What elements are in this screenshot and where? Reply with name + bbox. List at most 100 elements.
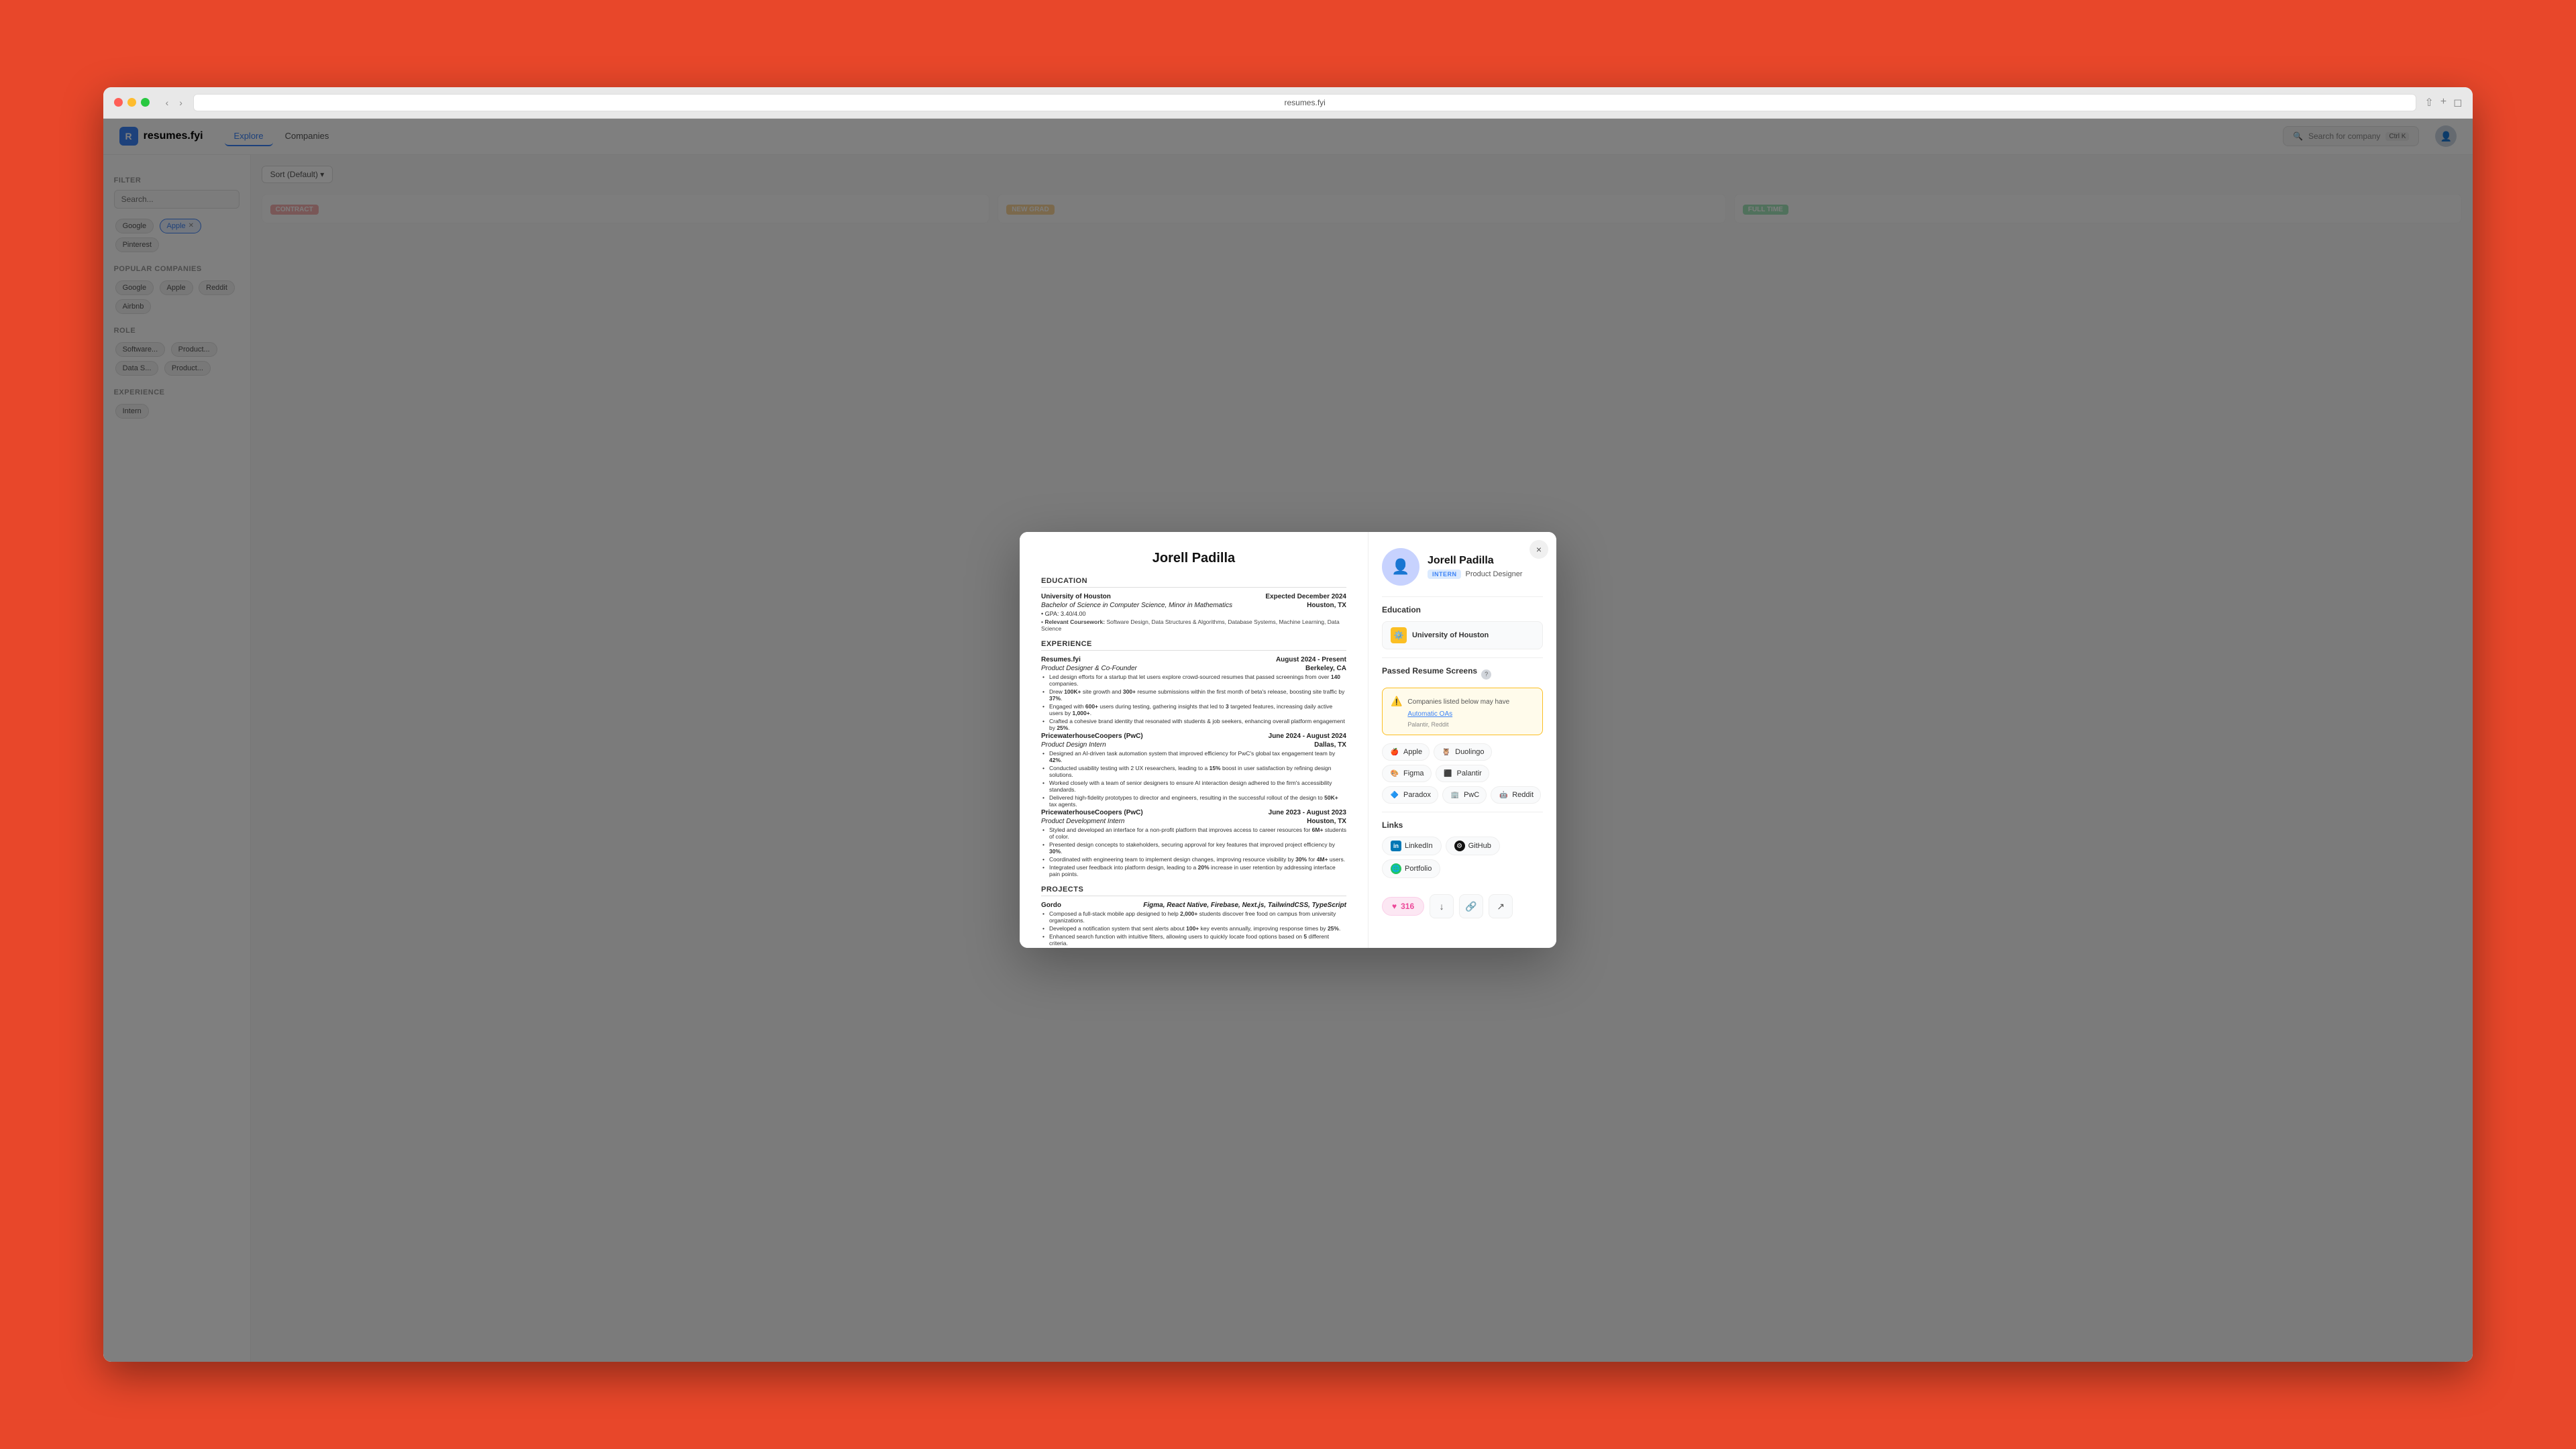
- company-paradox[interactable]: 🔷 Paradox: [1382, 786, 1438, 804]
- job1-bullet1: Led design efforts for a startup that le…: [1049, 674, 1346, 687]
- warning-companies: Palantir, Reddit: [1407, 721, 1534, 728]
- company-chips: 🍎 Apple 🦉 Duolingo 🎨 Figma ⬛: [1382, 743, 1543, 804]
- github-label: GitHub: [1468, 842, 1491, 850]
- profile-avatar: 👤: [1382, 548, 1419, 586]
- add-tab-icon[interactable]: +: [2440, 96, 2447, 109]
- project1-bullet3: Enhanced search function with intuitive …: [1049, 933, 1346, 947]
- back-button[interactable]: ‹: [163, 96, 172, 109]
- portfolio-label: Portfolio: [1405, 865, 1432, 873]
- browser-window: ‹ › resumes.fyi ⇧ + ◻ R resumes.fyi Expl…: [103, 87, 2473, 1362]
- university-icon: ⚙️: [1391, 627, 1407, 643]
- company-duolingo[interactable]: 🦉 Duolingo: [1434, 743, 1491, 761]
- company-pwc[interactable]: 🏢 PwC: [1442, 786, 1487, 804]
- duolingo-icon: 🦉: [1441, 747, 1452, 757]
- download-icon: ↓: [1440, 901, 1444, 912]
- palantir-icon: ⬛: [1443, 768, 1454, 779]
- job1-bullet4: Crafted a cohesive brand identity that r…: [1049, 718, 1346, 731]
- modal-overlay[interactable]: × Jorell Padilla Education University of…: [103, 119, 2473, 1362]
- reddit-label: Reddit: [1512, 791, 1534, 799]
- resume-job2-sub: Product Design Intern Dallas, TX: [1041, 741, 1346, 749]
- resume-projects-heading: Projects: [1041, 885, 1346, 896]
- resume-panel: Jorell Padilla Education University of H…: [1020, 532, 1368, 948]
- link-chips: in LinkedIn ⚙ GitHub 🌐 Portfolio: [1382, 837, 1543, 878]
- university-name: University of Houston: [1041, 593, 1111, 600]
- job2-bullet3: Worked closely with a team of senior des…: [1049, 780, 1346, 793]
- grad-date: Expected December 2024: [1265, 593, 1346, 600]
- company-palantir[interactable]: ⬛ Palantir: [1436, 765, 1489, 782]
- resume-coursework: • Relevant Coursework: Software Design, …: [1041, 619, 1346, 632]
- resume-job3-header: PricewaterhouseCoopers (PwC) June 2023 -…: [1041, 809, 1346, 816]
- company-apple[interactable]: 🍎 Apple: [1382, 743, 1430, 761]
- profile-header: 👤 Jorell Padilla INTERN Product Designer: [1382, 548, 1543, 586]
- address-bar[interactable]: resumes.fyi: [193, 94, 2416, 111]
- resume-candidate-name: Jorell Padilla: [1041, 551, 1346, 566]
- share-button[interactable]: ↗: [1489, 894, 1513, 918]
- education-section-title: Education: [1382, 605, 1543, 614]
- like-button[interactable]: ♥ 316: [1382, 897, 1424, 916]
- job2-bullet1: Designed an AI-driven task automation sy…: [1049, 750, 1346, 763]
- company-figma[interactable]: 🎨 Figma: [1382, 765, 1432, 782]
- figma-icon: 🎨: [1389, 768, 1400, 779]
- modal-container: × Jorell Padilla Education University of…: [1020, 532, 1556, 948]
- maximize-button[interactable]: [141, 98, 150, 107]
- company-reddit[interactable]: 🤖 Reddit: [1491, 786, 1541, 804]
- project1-header: Gordo Figma, React Native, Firebase, Nex…: [1041, 902, 1346, 909]
- project1-bullet1: Composed a full-stack mobile app designe…: [1049, 910, 1346, 924]
- info-panel: 👤 Jorell Padilla INTERN Product Designer…: [1368, 532, 1556, 948]
- resume-university-header: University of Houston Expected December …: [1041, 593, 1346, 600]
- paradox-icon: 🔷: [1389, 790, 1400, 800]
- copy-link-button[interactable]: 🔗: [1459, 894, 1483, 918]
- passed-screens-header: Passed Resume Screens ?: [1382, 666, 1543, 682]
- education-item: ⚙️ University of Houston: [1382, 621, 1543, 649]
- job3-bullet4: Integrated user feedback into platform d…: [1049, 864, 1346, 877]
- project1-bullet2: Developed a notification system that sen…: [1049, 925, 1346, 932]
- resume-job3-sub: Product Development Intern Houston, TX: [1041, 818, 1346, 825]
- profile-info: Jorell Padilla INTERN Product Designer: [1428, 555, 1523, 579]
- divider-1: [1382, 596, 1543, 597]
- browser-titlebar: ‹ › resumes.fyi ⇧ + ◻: [103, 87, 2473, 119]
- portfolio-link[interactable]: 🌐 Portfolio: [1382, 859, 1440, 878]
- like-count: 316: [1401, 902, 1414, 911]
- heart-icon: ♥: [1392, 902, 1397, 911]
- linkedin-icon: in: [1391, 841, 1401, 851]
- links-title: Links: [1382, 820, 1543, 830]
- browser-actions: ⇧ + ◻: [2424, 96, 2462, 109]
- github-icon: ⚙: [1454, 841, 1465, 851]
- links-section: Links in LinkedIn ⚙ GitHub 🌐: [1382, 820, 1543, 878]
- tabs-icon[interactable]: ◻: [2453, 96, 2462, 109]
- link-icon: 🔗: [1465, 901, 1477, 912]
- profile-role: Product Designer: [1465, 570, 1522, 578]
- github-link[interactable]: ⚙ GitHub: [1446, 837, 1500, 855]
- browser-controls: ‹ ›: [163, 96, 185, 109]
- job2-bullet4: Delivered high-fidelity prototypes to di…: [1049, 794, 1346, 808]
- warning-box: ⚠️ Companies listed below may have Autom…: [1382, 688, 1543, 735]
- resume-job1-header: Resumes.fyi August 2024 - Present: [1041, 656, 1346, 663]
- job3-bullet2: Presented design concepts to stakeholder…: [1049, 841, 1346, 855]
- download-button[interactable]: ↓: [1430, 894, 1454, 918]
- traffic-lights: [114, 98, 150, 107]
- minimize-button[interactable]: [127, 98, 136, 107]
- pwc-icon: 🏢: [1450, 790, 1460, 800]
- paradox-label: Paradox: [1403, 791, 1431, 799]
- close-button[interactable]: [114, 98, 123, 107]
- reddit-icon: 🤖: [1498, 790, 1509, 800]
- apple-label: Apple: [1403, 748, 1422, 756]
- linkedin-link[interactable]: in LinkedIn: [1382, 837, 1442, 855]
- university-location: Houston, TX: [1307, 602, 1346, 609]
- forward-button[interactable]: ›: [176, 96, 185, 109]
- job1-bullet3: Engaged with 600+ users during testing, …: [1049, 703, 1346, 716]
- resume-gpa: • GPA: 3.40/4.00: [1041, 610, 1346, 617]
- warning-content: Companies listed below may have Automati…: [1407, 695, 1534, 728]
- palantir-label: Palantir: [1457, 769, 1482, 777]
- info-tooltip-icon[interactable]: ?: [1481, 669, 1491, 680]
- action-bar: ♥ 316 ↓ 🔗 ↗: [1382, 886, 1543, 918]
- apple-icon: 🍎: [1389, 747, 1400, 757]
- resume-job2-header: PricewaterhouseCoopers (PwC) June 2024 -…: [1041, 733, 1346, 740]
- resume-education-heading: Education: [1041, 577, 1346, 588]
- share-icon[interactable]: ⇧: [2424, 96, 2433, 109]
- resume-job1-sub: Product Designer & Co-Founder Berkeley, …: [1041, 665, 1346, 672]
- pwc-label: PwC: [1464, 791, 1479, 799]
- automatic-oas-link[interactable]: Automatic OAs: [1407, 710, 1452, 718]
- profile-university: University of Houston: [1412, 631, 1489, 639]
- job1-bullet2: Drew 100K+ site growth and 300+ resume s…: [1049, 688, 1346, 702]
